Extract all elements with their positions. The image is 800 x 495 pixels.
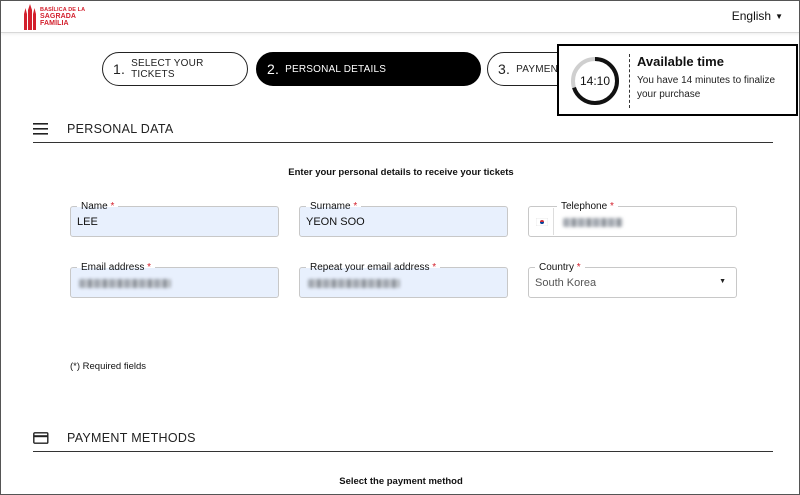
caret-down-icon: ▼ [719,278,726,285]
name-value: LEE [77,216,98,228]
chevron-down-icon: ▼ [775,11,783,21]
section-title: PAYMENT METHODS [67,431,196,445]
country-label: Country * [535,262,585,273]
email-field[interactable]: Email address * [70,262,279,298]
language-label: English [731,9,772,23]
logo-line-1: BASÍLICA DE LA [40,6,86,13]
timer-divider [629,54,630,108]
timer-message: You have 14 minutes to finalize your pur… [637,75,776,100]
korea-flag-icon[interactable] [530,208,554,235]
menu-icon [33,123,48,135]
step-label: PERSONAL DETAILS [285,63,387,75]
surname-value: YEON SOO [306,216,365,228]
personal-subtitle: Enter your personal details to receive y… [288,167,514,178]
step-personal-details[interactable]: 2. PERSONAL DETAILS [256,52,481,86]
step-select-tickets[interactable]: 1. SELECT YOUR TICKETS [102,52,248,86]
telephone-label: Telephone * [557,201,618,212]
email-label: Email address * [77,262,156,273]
language-selector[interactable]: English ▼ [732,9,783,23]
country-select[interactable]: Country * South Korea ▼ [528,262,737,298]
page-frame: BASÍLICA DE LA SAGRADA FAMÍLIA English ▼… [0,0,800,495]
logo-wordmark: BASÍLICA DE LA SAGRADA FAMÍLIA [40,7,85,28]
redacted-phone [563,218,623,227]
logo-line-2: SAGRADA [40,12,77,20]
section-title: PERSONAL DATA [67,122,174,136]
section-divider [33,451,773,452]
payment-subtitle: Select the payment method [339,476,463,487]
repeat-email-field[interactable]: Repeat your email address * [299,262,508,298]
step-number: 3. [498,61,511,77]
step-number: 1. [113,61,126,77]
surname-label: Surname * [306,201,362,212]
credit-card-icon [33,432,49,444]
required-fields-note: (*) Required fields [70,361,147,372]
countdown-time: 14:10 [579,74,611,88]
section-divider [33,142,773,143]
available-time-panel: 14:10 Available time You have 14 minutes… [557,44,798,116]
logo-line-3: FAMÍLIA [40,20,69,27]
sagrada-familia-logo[interactable]: BASÍLICA DE LA SAGRADA FAMÍLIA [23,3,87,31]
payment-methods-header: PAYMENT METHODS [33,428,773,448]
personal-data-header: PERSONAL DATA [33,119,773,139]
timer-title: Available time [637,54,724,69]
redacted-repeat-email [308,279,400,288]
redacted-email [79,279,171,288]
name-field[interactable]: Name * LEE [70,201,279,237]
surname-field[interactable]: Surname * YEON SOO [299,201,508,237]
basilica-towers-icon [24,4,36,30]
step-number: 2. [267,61,280,77]
step-label: SELECT YOUR TICKETS [131,58,204,80]
name-label: Name * [77,201,119,212]
repeat-email-label: Repeat your email address * [306,262,441,273]
telephone-field[interactable]: Telephone * [528,201,737,237]
top-header: BASÍLICA DE LA SAGRADA FAMÍLIA English ▼ [1,1,799,33]
country-value: South Korea [535,277,597,289]
